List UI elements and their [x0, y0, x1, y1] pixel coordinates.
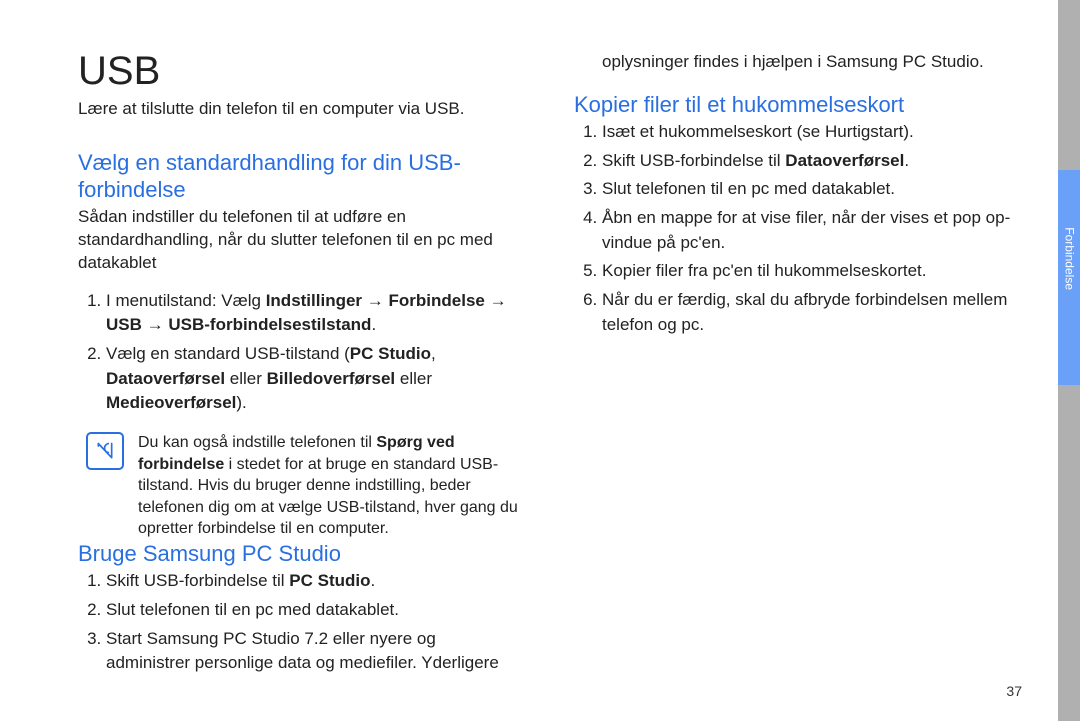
section-heading-copy-files: Kopier filer til et hukommelseskort	[574, 91, 1020, 119]
note-text: Du kan også indstille telefonen til Spør…	[138, 432, 524, 540]
bold-text: PC Studio	[350, 344, 431, 363]
side-tab-label: Forbindelse	[1063, 227, 1077, 290]
list-item: Skift USB-forbindelse til Dataoverførsel…	[602, 149, 1020, 174]
page-number: 37	[1006, 683, 1022, 699]
text: eller	[225, 369, 267, 388]
text: Skift USB-forbindelse til	[106, 571, 289, 590]
section-lead: Sådan indstiller du telefonen til at udf…	[78, 206, 524, 275]
bold-text: PC Studio	[289, 571, 370, 590]
list-item: Slut telefonen til en pc med datakablet.	[602, 177, 1020, 202]
bold-text: Billedoverførsel	[267, 369, 396, 388]
tab-segment-grey-1	[1058, 0, 1080, 170]
text: →	[142, 315, 168, 334]
note-box: Du kan også indstille telefonen til Spør…	[86, 432, 524, 540]
steps-default-action: I menutilstand: Vælg Indstillinger → For…	[78, 289, 524, 416]
bold-text: USB	[106, 315, 142, 334]
side-tab: Forbindelse	[1058, 0, 1080, 721]
text: Du kan også indstille telefonen til	[138, 434, 376, 451]
tab-segment-grey-2	[1058, 385, 1080, 721]
text: ,	[431, 344, 436, 363]
list-item: Kopier filer fra pc'en til hukommelsesko…	[602, 259, 1020, 284]
section-heading-default-action: Vælg en standardhandling for din USB-for…	[78, 149, 524, 204]
steps-copy-files: Isæt et hukommelseskort (se Hurtigstart)…	[574, 120, 1020, 337]
list-item: Vælg en standard USB-tilstand (PC Studio…	[106, 342, 524, 416]
bold-text: Dataoverførsel	[106, 369, 225, 388]
text: Vælg en standard USB-tilstand (	[106, 344, 350, 363]
text: Skift USB-forbindelse til	[602, 151, 785, 170]
bold-text: Medieoverførsel	[106, 393, 236, 412]
list-item: Isæt et hukommelseskort (se Hurtigstart)…	[602, 120, 1020, 145]
text: I menutilstand: Vælg	[106, 291, 266, 310]
text: .	[371, 315, 376, 334]
note-icon	[86, 432, 124, 470]
text: →	[485, 291, 507, 310]
list-item: Skift USB-forbindelse til PC Studio.	[106, 569, 524, 594]
bold-text: Dataoverførsel	[785, 151, 904, 170]
text: .	[904, 151, 909, 170]
bold-text: USB-forbindelsestilstand	[168, 315, 371, 334]
text: eller	[395, 369, 432, 388]
text: .	[371, 571, 376, 590]
text: →	[362, 291, 388, 310]
page-title: USB	[78, 50, 524, 92]
list-item: I menutilstand: Vælg Indstillinger → For…	[106, 289, 524, 338]
page-content: USB Lære at tilslutte din telefon til en…	[78, 50, 1020, 681]
bold-text: Indstillinger	[266, 291, 362, 310]
list-item: Slut telefonen til en pc med datakablet.	[106, 598, 524, 623]
section-heading-pc-studio: Bruge Samsung PC Studio	[78, 540, 524, 568]
list-item: Åbn en mappe for at vise filer, når der …	[602, 206, 1020, 255]
text: ).	[236, 393, 246, 412]
list-item: Når du er færdig, skal du afbryde forbin…	[602, 288, 1020, 337]
intro-text: Lære at tilslutte din telefon til en com…	[78, 98, 524, 121]
bold-text: Forbindelse	[389, 291, 485, 310]
